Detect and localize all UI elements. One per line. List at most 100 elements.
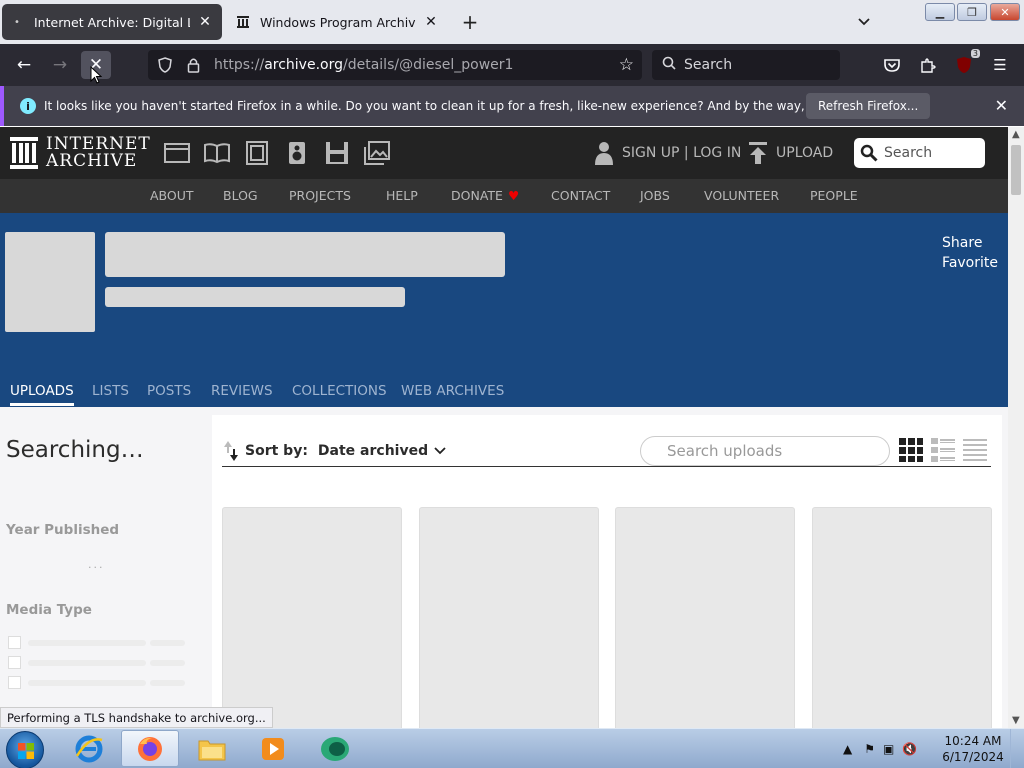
bookmark-star-icon[interactable]: ☆: [619, 55, 634, 75]
facet-checkbox[interactable]: [8, 636, 21, 649]
scroll-up-arrow-icon[interactable]: ▲: [1012, 129, 1020, 140]
audio-speaker-icon[interactable]: [284, 141, 310, 165]
nav-about[interactable]: ABOUT: [150, 188, 194, 203]
share-link[interactable]: Share: [942, 233, 998, 253]
upload-label: UPLOAD: [776, 145, 834, 161]
notification-message: It looks like you haven't started Firefo…: [44, 99, 900, 113]
browser-search-bar[interactable]: Search: [652, 50, 840, 80]
tab-reviews[interactable]: REVIEWS: [211, 383, 273, 399]
ia-search-input[interactable]: Search: [854, 138, 985, 168]
list-detail-view-icon[interactable]: [930, 437, 956, 463]
action-center-flag-icon[interactable]: ⚑: [864, 742, 875, 756]
pocket-icon[interactable]: [880, 53, 904, 77]
facet-media-type-heading[interactable]: Media Type: [6, 602, 92, 618]
network-icon[interactable]: ▣: [883, 742, 894, 756]
show-hidden-icons-icon[interactable]: ▲: [843, 742, 852, 756]
tab-internet-archive[interactable]: • Internet Archive: Digital Library ✕: [2, 4, 222, 40]
favorite-link[interactable]: Favorite: [942, 253, 998, 273]
extensions-puzzle-icon[interactable]: [916, 53, 940, 77]
texts-book-icon[interactable]: [204, 141, 230, 165]
page-scrollbar[interactable]: ▲ ▼: [1008, 127, 1024, 728]
searching-status: Searching…: [6, 437, 144, 463]
close-tab-icon[interactable]: ✕: [196, 13, 214, 31]
window-minimize-button[interactable]: ▁: [925, 3, 955, 21]
facet-checkbox[interactable]: [8, 656, 21, 669]
show-desktop-button[interactable]: [1010, 729, 1024, 768]
browser-status-text: Performing a TLS handshake to archive.or…: [0, 707, 273, 728]
taskbar-clock[interactable]: 10:24 AM 6/17/2024: [940, 733, 1006, 765]
profile-header: Share Favorite UPLOADS LISTS POSTS REVIE…: [0, 213, 1008, 407]
images-gallery-icon[interactable]: [364, 141, 390, 165]
forward-button[interactable]: →: [45, 51, 75, 79]
refresh-firefox-button[interactable]: Refresh Firefox...: [806, 93, 931, 119]
file-explorer-taskbar-icon[interactable]: [183, 730, 241, 767]
nav-donate[interactable]: DONATE ♥: [451, 188, 519, 203]
nav-contact[interactable]: CONTACT: [551, 188, 610, 203]
nav-jobs[interactable]: JOBS: [640, 188, 670, 203]
windows-logo-icon: [18, 743, 34, 759]
signup-login-link[interactable]: SIGN UP | LOG IN: [594, 141, 741, 165]
url-text[interactable]: https://archive.org/details/@diesel_powe…: [214, 57, 513, 73]
scroll-down-arrow-icon[interactable]: ▼: [1012, 715, 1020, 726]
extension-badge-count: 3: [970, 49, 980, 58]
firefox-taskbar-icon[interactable]: [121, 730, 179, 767]
menu-hamburger-icon[interactable]: ☰: [988, 53, 1012, 77]
nav-blog[interactable]: BLOG: [223, 188, 258, 203]
tab-uploads[interactable]: UPLOADS: [10, 383, 74, 406]
lock-icon[interactable]: [182, 57, 204, 73]
tab-strip: • Internet Archive: Digital Library ✕ Wi…: [0, 0, 1024, 44]
grid-view-icon[interactable]: [898, 437, 924, 463]
upload-arrow-icon: [749, 142, 767, 164]
tab-windows-program-archive[interactable]: Windows Program Archive : Nir ✕: [228, 4, 448, 40]
result-card-placeholder: [812, 507, 992, 728]
new-tab-button[interactable]: +: [458, 10, 482, 34]
result-card-placeholder: [615, 507, 795, 728]
heart-icon: ♥: [507, 188, 520, 203]
url-scheme: https://: [214, 57, 265, 73]
ublock-extension-icon[interactable]: 3: [952, 49, 980, 77]
result-card-placeholder: [419, 507, 599, 728]
internet-archive-logo[interactable]: INTERNET ARCHIVE: [10, 136, 151, 170]
sort-direction-icon[interactable]: [224, 440, 238, 462]
software-floppy-icon[interactable]: [324, 141, 350, 165]
tab-lists[interactable]: LISTS: [92, 383, 129, 399]
sort-control[interactable]: Sort by: Date archived: [224, 440, 446, 462]
window-close-button[interactable]: ✕: [990, 3, 1020, 21]
nav-people[interactable]: PEOPLE: [810, 188, 858, 203]
tab-posts[interactable]: POSTS: [147, 383, 191, 399]
clock-date: 6/17/2024: [942, 750, 1004, 764]
archive-temple-icon: [10, 137, 38, 169]
nav-help[interactable]: HELP: [386, 188, 418, 203]
tab-collections[interactable]: COLLECTIONS: [292, 383, 387, 399]
system-tray: ▲ ⚑ ▣ 🔇: [843, 729, 917, 768]
scrollbar-thumb[interactable]: [1011, 145, 1021, 195]
window-maximize-button[interactable]: ❐: [957, 3, 987, 21]
compact-list-view-icon[interactable]: [962, 437, 988, 463]
navigation-toolbar: ← → ✕ https://archive.org/details/@diese…: [0, 44, 1024, 86]
start-button[interactable]: [6, 731, 44, 768]
tab-web-archives[interactable]: WEB ARCHIVES: [401, 383, 504, 399]
close-notification-icon[interactable]: ✕: [995, 96, 1008, 115]
internet-explorer-taskbar-icon[interactable]: [60, 730, 118, 767]
upload-link[interactable]: UPLOAD: [748, 141, 833, 165]
sort-label: Sort by:: [245, 443, 308, 459]
sort-value[interactable]: Date archived: [318, 443, 428, 459]
volume-muted-icon[interactable]: 🔇: [902, 742, 917, 756]
avatar-placeholder: [5, 232, 95, 332]
close-tab-icon[interactable]: ✕: [422, 13, 440, 31]
nav-volunteer[interactable]: VOLUNTEER: [704, 188, 779, 203]
nav-projects[interactable]: PROJECTS: [289, 188, 351, 203]
web-archive-icon[interactable]: [164, 141, 190, 165]
address-bar[interactable]: https://archive.org/details/@diesel_powe…: [148, 50, 642, 80]
facet-year-published-heading[interactable]: Year Published: [6, 522, 119, 538]
chevron-down-icon[interactable]: [434, 444, 446, 458]
profile-subtitle-placeholder: [105, 287, 405, 307]
app-taskbar-icon[interactable]: [306, 730, 364, 767]
list-all-tabs-chevron-icon[interactable]: [852, 10, 876, 34]
tracking-protection-shield-icon[interactable]: [154, 57, 176, 73]
media-player-taskbar-icon[interactable]: [244, 730, 302, 767]
video-film-icon[interactable]: [244, 141, 270, 165]
facet-checkbox[interactable]: [8, 676, 21, 689]
search-uploads-input[interactable]: Search uploads: [640, 436, 890, 466]
back-button[interactable]: ←: [9, 51, 39, 79]
